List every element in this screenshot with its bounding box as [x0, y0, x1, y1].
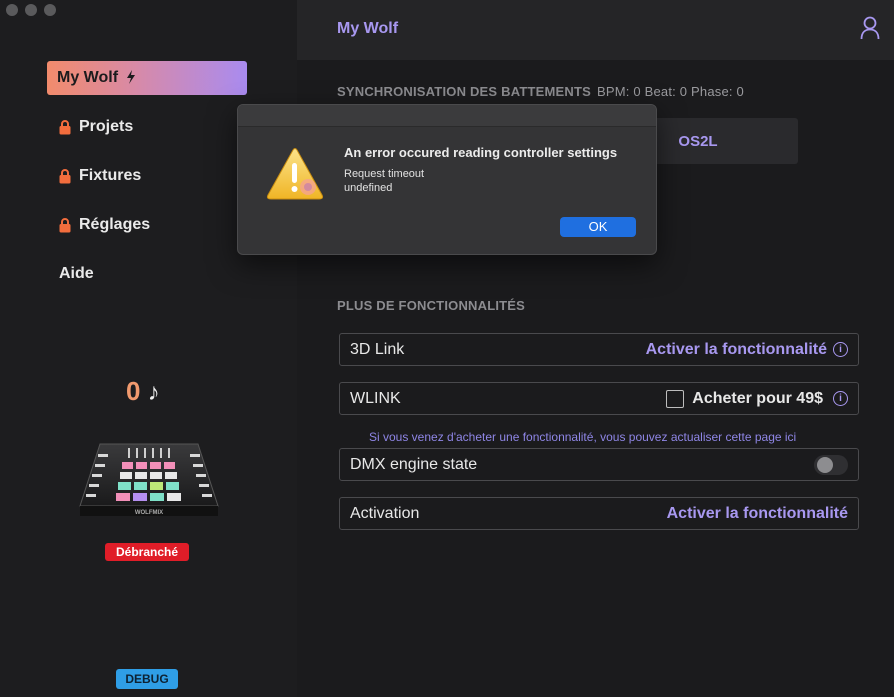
feature-row-dmx: DMX engine state — [339, 448, 859, 481]
dmx-engine-toggle[interactable] — [814, 454, 848, 475]
controller-image: WOLFMIX — [78, 440, 220, 525]
action-label: Activer la fonctionnalité — [666, 504, 848, 522]
dialog-message-line: Request timeout — [344, 168, 425, 180]
sidebar-item-my-wolf[interactable]: My Wolf — [47, 61, 247, 95]
feature-name: DMX engine state — [350, 455, 478, 473]
sync-meta: BPM: 0 Beat: 0 Phase: 0 — [596, 84, 744, 99]
info-icon[interactable]: i — [833, 342, 848, 357]
feature-name: Activation — [350, 504, 420, 522]
lock-icon — [59, 119, 71, 134]
buy-wlink[interactable]: Acheter pour 49$ i — [666, 389, 848, 408]
music-note-icon: ♪ — [147, 379, 160, 406]
action-label: Activer la fonctionnalité — [645, 340, 827, 358]
feature-row-wlink: WLINK Acheter pour 49$ i — [339, 382, 859, 415]
sidebar-item-label: Fixtures — [79, 167, 142, 184]
sidebar-item-label: Aide — [59, 265, 94, 282]
debug-button[interactable]: DEBUG — [116, 669, 178, 689]
features-section-title: PLUS DE FONCTIONNALITÉS — [337, 298, 526, 313]
sidebar-item-label: Réglages — [79, 216, 151, 233]
close-window-button[interactable] — [6, 4, 18, 16]
device-brand: WOLFMIX — [135, 510, 163, 516]
buy-label: Acheter pour 49$ — [692, 389, 823, 407]
activate-activation-button[interactable]: Activer la fonctionnalité — [667, 505, 848, 523]
bpm-value: 0 — [126, 376, 141, 406]
dialog-message-line: undefined — [344, 182, 393, 194]
toggle-knob — [817, 456, 833, 473]
lock-icon — [59, 168, 71, 183]
ok-button[interactable]: OK — [560, 217, 636, 237]
feature-row-3d-link: 3D Link Activer la fonctionnalité i — [339, 333, 859, 366]
sidebar-item-fixtures[interactable]: Fixtures — [47, 159, 247, 193]
sidebar-item-reglages[interactable]: Réglages — [47, 208, 247, 242]
sidebar-item-aide[interactable]: Aide — [47, 257, 247, 291]
feature-row-activation: Activation Activer la fonctionnalité — [339, 497, 859, 530]
header: My Wolf — [297, 0, 894, 60]
refresh-link[interactable]: Si vous venez d'acheter une fonctionnali… — [369, 430, 796, 444]
sidebar-item-label: Projets — [79, 118, 134, 135]
feature-name: WLINK — [350, 389, 401, 407]
bpm-display: 0 ♪ — [126, 376, 160, 407]
error-dialog: An error occured reading controller sett… — [237, 104, 657, 255]
user-icon[interactable] — [860, 16, 880, 45]
sync-title: SYNCHRONISATION DES BATTEMENTS — [337, 84, 591, 99]
buy-checkbox[interactable] — [666, 389, 685, 408]
bolt-icon — [126, 69, 136, 87]
sidebar-item-projets[interactable]: Projets — [47, 110, 247, 144]
feature-name: 3D Link — [350, 340, 405, 358]
activate-3d-link-button[interactable]: Activer la fonctionnalité i — [646, 341, 848, 359]
info-icon[interactable]: i — [833, 391, 848, 406]
status-badge: Débranché — [105, 543, 189, 561]
minimize-window-button[interactable] — [25, 4, 37, 16]
dialog-titlebar — [238, 105, 656, 127]
window-controls — [6, 4, 56, 16]
sidebar-item-label: My Wolf — [57, 69, 119, 86]
page-title: My Wolf — [337, 20, 399, 37]
warning-icon — [264, 147, 326, 208]
dialog-title: An error occured reading controller sett… — [344, 145, 618, 160]
lock-icon — [59, 217, 71, 232]
sync-section-title: SYNCHRONISATION DES BATTEMENTS BPM: 0 Bea… — [337, 84, 744, 99]
zoom-window-button[interactable] — [44, 4, 56, 16]
